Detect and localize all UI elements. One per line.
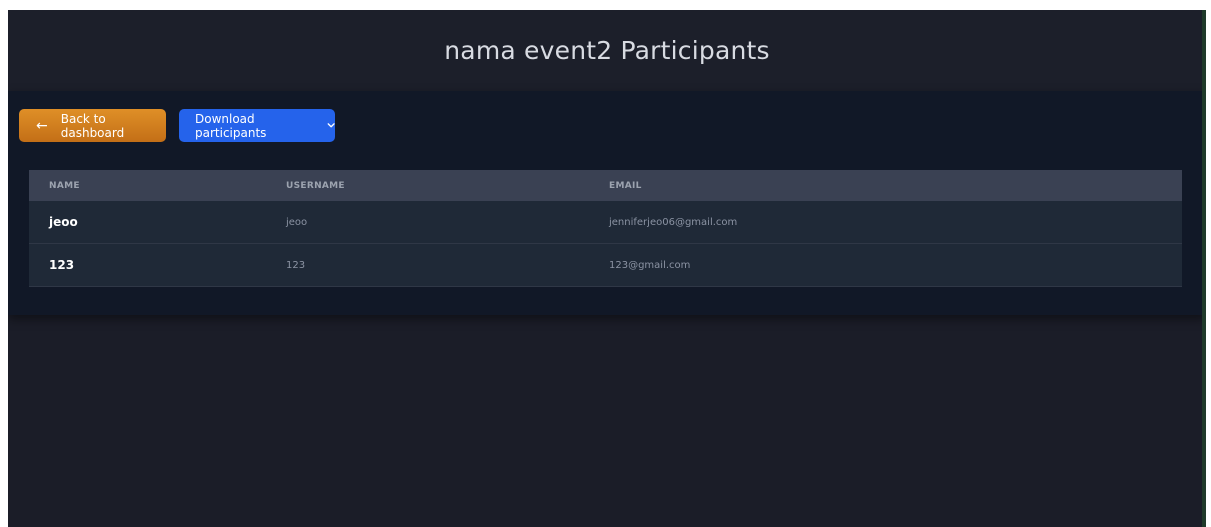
column-header-email: EMAIL <box>609 180 642 191</box>
cell-username: 123 <box>286 259 306 271</box>
arrow-left-icon: ← <box>36 117 48 134</box>
page-title: nama event2 Participants <box>444 36 770 65</box>
toolbar: ← Back to dashboard Download participant… <box>19 109 335 142</box>
download-participants-button[interactable]: Download participants <box>179 109 335 142</box>
column-header-name: NAME <box>49 180 80 191</box>
participants-table: NAME USERNAME EMAIL jeoo jeoo jenniferje… <box>29 170 1182 287</box>
window-edge <box>1202 10 1206 527</box>
cell-email: 123@gmail.com <box>609 259 691 271</box>
back-to-dashboard-button[interactable]: ← Back to dashboard <box>19 109 166 142</box>
column-header-username: USERNAME <box>286 180 345 191</box>
back-to-dashboard-label: Back to dashboard <box>60 111 125 140</box>
table-header: NAME USERNAME EMAIL <box>29 170 1182 201</box>
cell-name: 123 <box>49 258 75 272</box>
download-participants-label: Download participants <box>195 111 267 140</box>
cell-username: jeoo <box>286 216 308 228</box>
table-row: jeoo jeoo jenniferjeo06@gmail.com <box>29 201 1182 244</box>
chevron-down-icon <box>327 123 335 128</box>
app-window: nama event2 Participants ← Back to dashb… <box>8 10 1206 527</box>
cell-name: jeoo <box>49 215 78 229</box>
participants-panel: ← Back to dashboard Download participant… <box>8 91 1206 315</box>
page-header: nama event2 Participants <box>8 10 1206 91</box>
cell-email: jenniferjeo06@gmail.com <box>609 216 738 228</box>
table-row: 123 123 123@gmail.com <box>29 244 1182 287</box>
